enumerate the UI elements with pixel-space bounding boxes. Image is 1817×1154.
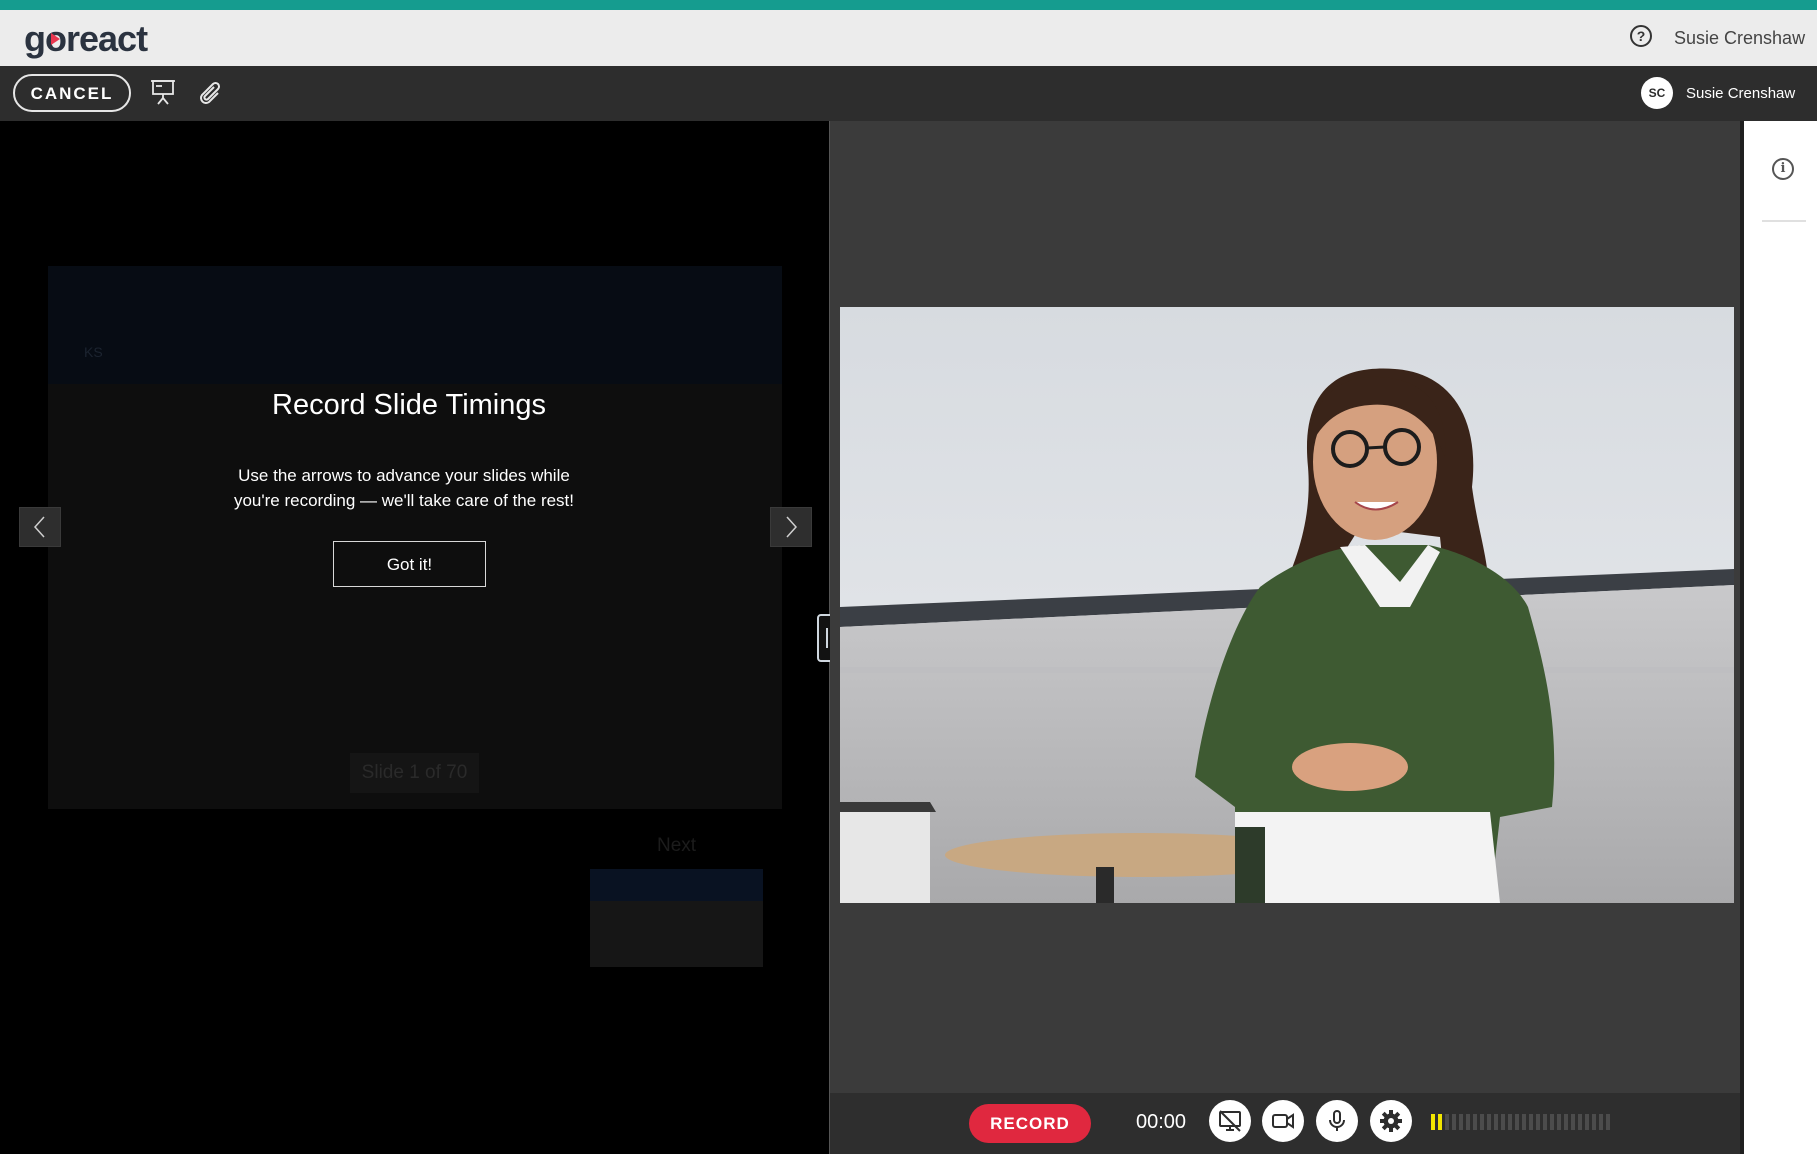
audio-level-bar [1592,1114,1596,1130]
chevron-left-icon [33,516,45,538]
previous-slide-button[interactable] [19,507,61,547]
screen-share-off-icon [1219,1110,1241,1132]
audio-level-bar [1564,1114,1568,1130]
audio-level-bar [1529,1114,1533,1130]
got-it-button[interactable]: Got it! [333,541,486,587]
audio-level-bar [1508,1114,1512,1130]
audio-level-bar [1557,1114,1561,1130]
gear-icon [1380,1110,1402,1132]
slide-header: KS [48,266,782,384]
audio-level-bar [1438,1114,1442,1130]
side-panel [1744,121,1817,1154]
toolbar-user-name[interactable]: Susie Crenshaw [1686,85,1795,102]
cancel-button[interactable]: CANCEL [13,74,131,112]
audio-level-bar [1571,1114,1575,1130]
audio-level-bar [1606,1114,1610,1130]
audio-level-bar [1452,1114,1456,1130]
audio-level-bar [1599,1114,1603,1130]
recording-toolbar: CANCEL SC Susie Crenshaw [0,66,1817,121]
audio-level-bar [1578,1114,1582,1130]
current-slide: KS [48,266,782,809]
microphone-icon [1329,1110,1345,1131]
microphone-toggle[interactable] [1316,1100,1358,1142]
slides-pane: KS Record Slide Timings Use the arrows t… [0,121,829,1154]
presentation-icon[interactable] [150,78,178,106]
audio-level-bar [1480,1114,1484,1130]
audio-level-bar [1522,1114,1526,1130]
audio-level-bar [1473,1114,1477,1130]
next-slide-label: Next [657,835,697,856]
modal-title: Record Slide Timings [272,389,546,421]
slide-header-tag: KS [84,344,103,360]
side-panel-divider [1762,220,1806,222]
goreact-logo[interactable]: go react [24,18,148,60]
brand-stripe [0,0,1817,10]
audio-level-bar [1466,1114,1470,1130]
audio-level-bar [1431,1114,1435,1130]
audio-level-bar [1585,1114,1589,1130]
camera-preview [840,307,1734,903]
next-slide-thumbnail-header [590,869,763,901]
audio-level-bar [1494,1114,1498,1130]
audio-level-bar [1487,1114,1491,1130]
modal-body-line: Use the arrows to advance your slides wh… [238,466,570,485]
audio-level-bar [1515,1114,1519,1130]
slide-counter: Slide 1 of 70 [350,753,479,793]
recording-timer: 00:00 [1136,1111,1187,1133]
audio-level-bar [1501,1114,1505,1130]
avatar[interactable]: SC [1641,77,1673,109]
header-user-name[interactable]: Susie Crenshaw [1674,28,1805,49]
audio-level-bar [1550,1114,1554,1130]
record-button[interactable]: RECORD [969,1104,1091,1143]
audio-level-bar [1543,1114,1547,1130]
app-header: go react ? Susie Crenshaw [0,10,1817,66]
audio-level-bar [1536,1114,1540,1130]
settings-button[interactable] [1370,1100,1412,1142]
paperclip-icon[interactable] [198,78,226,106]
question-circle-icon[interactable]: ? [1630,25,1652,47]
audio-level-bar [1459,1114,1463,1130]
video-camera-icon [1272,1113,1294,1129]
audio-level-bar [1445,1114,1449,1130]
modal-body: Use the arrows to advance your slides wh… [0,463,808,513]
next-slide-thumbnail[interactable] [590,869,763,967]
chevron-right-icon [786,516,798,538]
next-slide-button[interactable] [770,507,812,547]
camera-toggle[interactable] [1262,1100,1304,1142]
info-icon[interactable]: i [1772,158,1794,180]
screen-share-toggle[interactable] [1209,1100,1251,1142]
modal-body-line: you're recording — we'll take care of th… [233,491,575,510]
